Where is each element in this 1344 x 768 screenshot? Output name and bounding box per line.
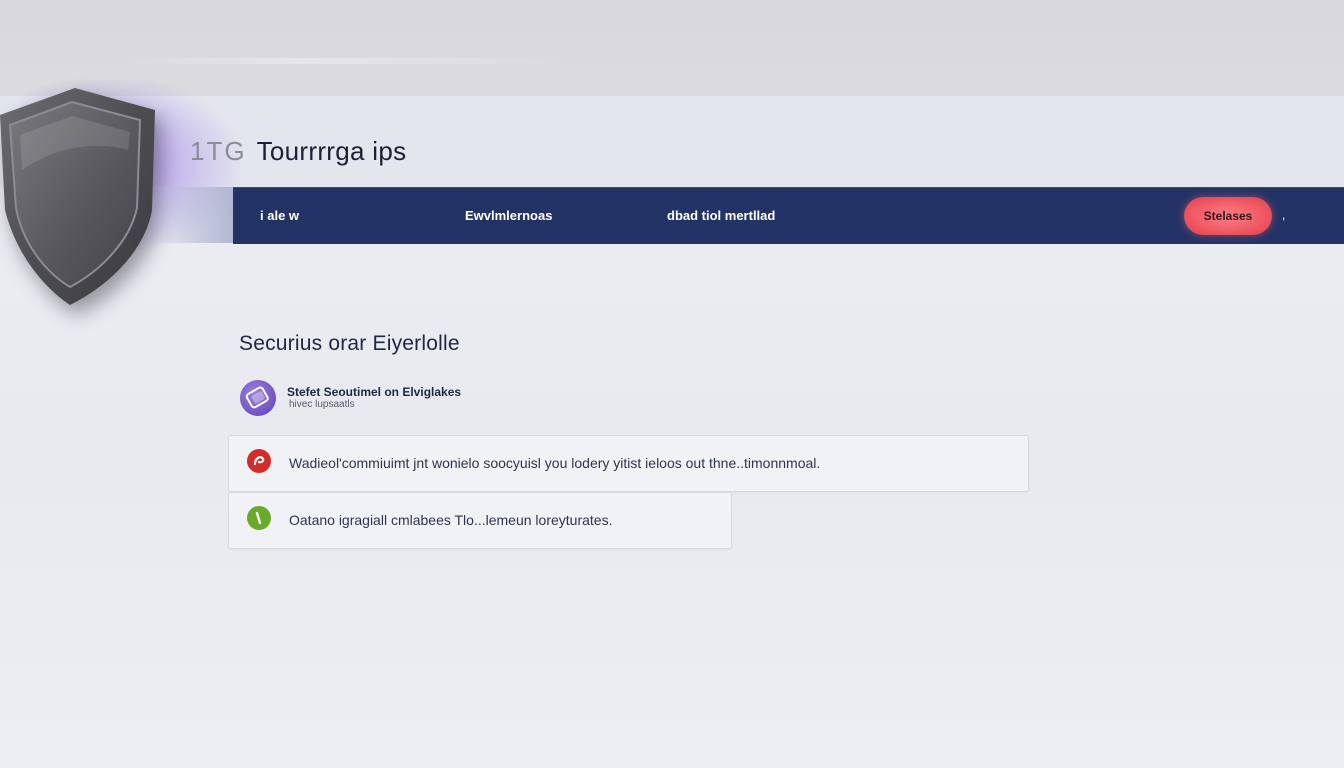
- top-strip-highlight: [120, 58, 570, 64]
- brand-name: Tourrrrga ips: [256, 135, 407, 166]
- alert-success[interactable]: Oatano igragiall cmlabees Tlo...lemeun l…: [228, 492, 732, 549]
- security-badge-icon: [237, 379, 279, 417]
- alert-error-text: Wadieol'commiuimt jnt wonielo soocyuisl …: [289, 455, 821, 471]
- brand-title[interactable]: 1TG Tourrrrga ips: [190, 135, 406, 167]
- check-icon: [246, 505, 272, 531]
- nav-item-home[interactable]: i ale w: [260, 188, 299, 244]
- feature-subtitle: hivec lupsaatls: [289, 399, 355, 410]
- nav-trailing-symbol: ,: [1282, 208, 1286, 222]
- nav-item-experiences[interactable]: Ewvlmlernoas: [465, 188, 552, 244]
- alert-success-text: Oatano igragiall cmlabees Tlo...lemeun l…: [289, 512, 613, 528]
- navbar-fade: [150, 187, 234, 243]
- alert-error[interactable]: Wadieol'commiuimt jnt wonielo soocyuisl …: [228, 435, 1029, 492]
- page: 1TG Tourrrrga ips i ale w Ewvlmlernoas d…: [0, 0, 1344, 768]
- brand-mark: 1TG: [190, 135, 247, 166]
- shield-icon: [0, 80, 170, 320]
- nav-item-method[interactable]: dbad tiol mertllad: [667, 188, 775, 244]
- feature-row[interactable]: Stefet Seoutimel on Elviglakes hivec lup…: [237, 379, 461, 417]
- navbar: i ale w Ewvlmlernoas dbad tiol mertllad …: [233, 187, 1344, 244]
- section-title: Securius orar Eiyerlolle: [239, 332, 460, 355]
- cta-button[interactable]: Stelases: [1184, 197, 1272, 235]
- error-icon: [246, 448, 272, 474]
- feature-title: Stefet Seoutimel on Elviglakes: [287, 385, 462, 399]
